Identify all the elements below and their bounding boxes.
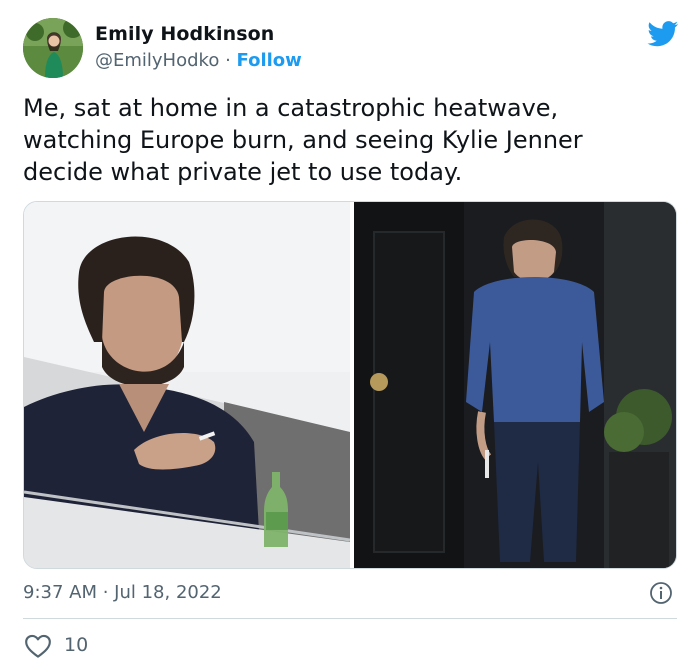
separator: ·: [219, 50, 237, 71]
tweet-text: Me, sat at home in a catastrophic heatwa…: [23, 94, 583, 186]
twitter-bird-icon[interactable]: [647, 21, 679, 47]
tweet-card: Emily Hodkinson @EmilyHodko · Follow Me,…: [0, 0, 700, 672]
info-icon[interactable]: [649, 581, 673, 605]
heart-icon[interactable]: [23, 633, 53, 659]
tweet-timestamp[interactable]: 9:37 AM · Jul 18, 2022: [23, 582, 222, 603]
avatar[interactable]: [23, 18, 83, 78]
display-name[interactable]: Emily Hodkinson: [95, 23, 274, 45]
handle-row: @EmilyHodko · Follow: [95, 50, 302, 71]
user-handle[interactable]: @EmilyHodko: [95, 50, 219, 71]
like-count: 10: [64, 634, 89, 656]
follow-button[interactable]: Follow: [237, 50, 302, 71]
photo-right[interactable]: [354, 202, 676, 568]
media-grid: [23, 201, 677, 569]
divider: [23, 618, 677, 619]
photo-left[interactable]: [24, 202, 351, 568]
